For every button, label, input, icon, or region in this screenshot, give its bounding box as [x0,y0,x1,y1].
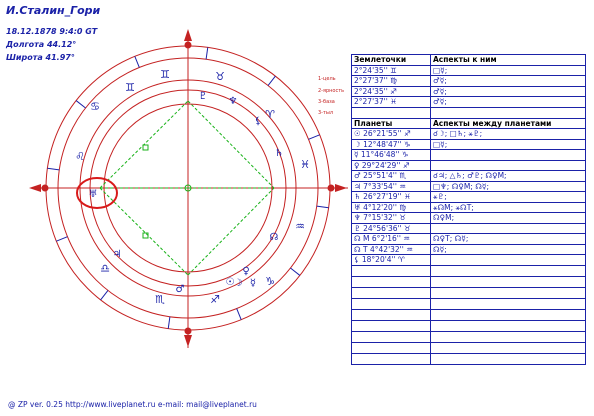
zodiac-tick [308,134,320,140]
table-row: ⚸ 18°20'4'' ♈ [351,254,586,266]
table-row: 2°24'35'' ♐ ♂☿; [351,85,586,97]
aspect-square-marker-bottom [142,232,149,239]
arrow-icon [29,184,41,192]
zodiac-tick [134,56,140,68]
zodiac-tick [167,316,171,329]
svg-text:♒: ♒ [295,220,305,233]
table-row: ♆ 7°15'32'' ♉ ☊♀M; [351,212,586,224]
svg-text:♑: ♑ [265,275,275,288]
zodiac-tick [236,308,242,320]
uranus-icon: ♅ [89,189,98,200]
svg-text:♓: ♓ [300,158,310,171]
arrow-icon [184,335,192,347]
zodiac-tick [56,236,68,242]
svg-text:♐: ♐ [210,293,220,306]
svg-text:♊: ♊ [125,81,135,94]
jupiter-icon: ♃ [113,249,122,260]
natal-wheel[interactable]: ♊ ♊ ♉ ♈ ♓ ♒ ♑ ♐ ♏ ♎ ♌ ♋ ♇ ♆ ⚸ ♄ ♅ ☊ ♀ ☉ … [0,0,350,400]
zodiac-tick [75,100,86,109]
svg-text:♊: ♊ [160,68,170,81]
svg-text:♉: ♉ [215,70,225,83]
footer-credits: @ ZP ver. 0.25 http://www.liveplanet.ru … [8,400,257,409]
table-row: ♇ 24°56'36'' ♉ [351,222,586,234]
zodiac-tick [47,167,60,171]
wheel-label-1: 1-цель [318,76,336,82]
saturn-icon: ♄ [275,148,284,159]
planets-header: Планеты [351,117,431,129]
wheel-label-3: 3-база [318,99,335,105]
svg-text:♏: ♏ [155,293,165,306]
lilith-icon: ⚸ [254,116,261,127]
wheel-label-2: 2-ярность [318,88,345,94]
moon-icon: ☽ [234,278,243,289]
zodiac-tick [290,267,301,276]
table-row: ♂ 25°51'4'' ♏ ☌♃; △♄; ♂♇; ☊♀M; [351,170,586,182]
planets-aspects-header: Аспекты между планетами [430,117,586,129]
table-row: 2°27'37'' ♓ ♂☿; [351,96,586,108]
points-aspects-header: Аспекты к ним [430,54,586,66]
node-icon: ☊ [270,232,279,243]
pluto-icon: ♇ [199,91,208,102]
arrow-icon [184,29,192,41]
svg-text:♎: ♎ [100,262,110,275]
table-row: ☊ T 4°42'32'' ♒ ☊☿; [351,243,586,255]
svg-text:♌: ♌ [75,150,85,163]
table-row: ♃ 7°33'54'' ♒ □♆; ☊♀M; ☊☿; [351,180,586,192]
aspect-square-marker-top [142,144,149,151]
aspects-table: Землеточки Аспекты к ним 2°24'35'' ♊ □☿; … [351,54,586,365]
neptune-icon: ♆ [229,96,238,107]
table-row: 2°27'37'' ♍ ♂☿; [351,75,586,87]
table-row: ♅ 4°12'20'' ♍ ⚹☊M; ⚹☊T; [351,201,586,213]
venus-icon: ♀ [242,266,249,277]
zodiac-tick [267,75,276,86]
table-row: ☊ M 6°2'16'' ♒ ☊♀T; ☊☿; [351,233,586,245]
table-row: ☽ 12°48'47'' ♑ □☿; [351,138,586,150]
table-row: ☿ 11°46'48'' ♑ [351,149,586,161]
zodiac-tick [100,290,109,301]
points-header: Землеточки [351,54,431,66]
wheel-label-4: 3-тыл [318,110,334,116]
mercury-icon: ☿ [250,278,256,289]
table-row: ☉ 26°21'55'' ♐ ☌☽; □♄; ⚹♇; [351,128,586,140]
table-row: ♀ 29°24'29'' ♐ [351,159,586,171]
arrow-icon [335,184,347,192]
table-row: ♄ 26°27'19'' ♓ ⚹♇; [351,191,586,203]
mars-icon: ♂ [176,284,185,295]
svg-text:♈: ♈ [265,108,275,121]
zodiac-tick [205,47,209,60]
zodiac-tick [316,205,329,209]
table-row: 2°24'35'' ♊ □☿; [351,64,586,76]
svg-text:♋: ♋ [90,100,100,113]
